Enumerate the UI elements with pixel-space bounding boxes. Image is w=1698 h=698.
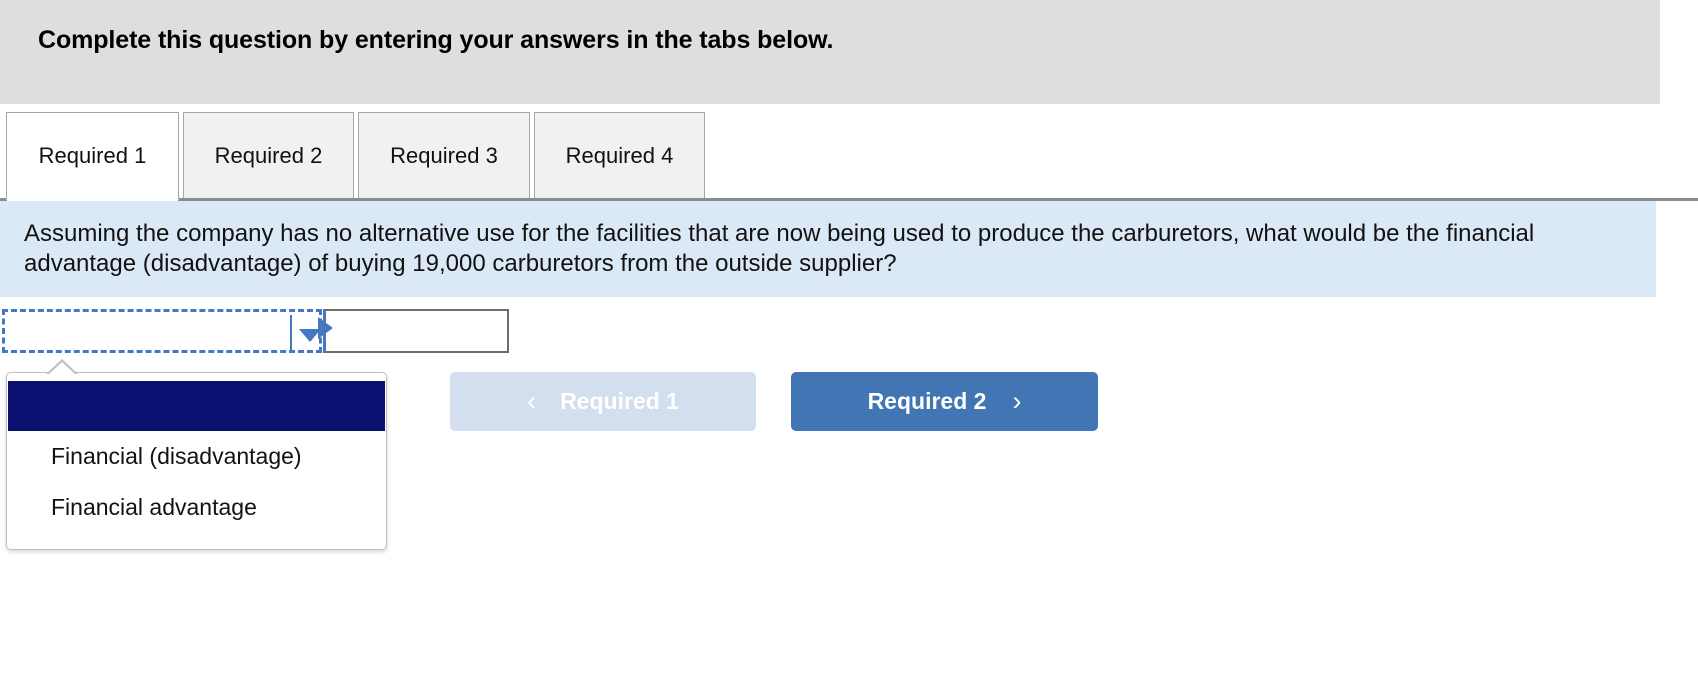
tab-label: Required 1 — [38, 143, 147, 168]
next-required-2-button[interactable]: Required 2 › — [791, 372, 1098, 431]
select-options-popup: Financial (disadvantage) Financial advan… — [6, 359, 387, 550]
tab-label: Required 2 — [214, 143, 323, 168]
prev-required-1-button[interactable]: ‹ Required 1 — [450, 372, 756, 431]
pointer-arrow-icon — [318, 317, 333, 339]
tab-bar-divider — [0, 198, 1698, 201]
financial-effect-select[interactable] — [2, 309, 322, 353]
answer-row — [0, 309, 520, 357]
chevron-right-icon: › — [1012, 386, 1022, 416]
amount-input[interactable] — [323, 309, 509, 353]
tab-required-3[interactable]: Required 3 — [358, 112, 530, 200]
question-text: Assuming the company has no alternative … — [24, 220, 1535, 277]
option-label: Financial advantage — [51, 494, 257, 520]
next-button-label: Required 2 — [867, 388, 987, 414]
tab-required-2[interactable]: Required 2 — [183, 112, 354, 200]
popup-tail — [48, 362, 76, 375]
page-title: Complete this question by entering your … — [38, 26, 834, 54]
select-divider — [290, 315, 292, 353]
option-financial-disadvantage[interactable]: Financial (disadvantage) — [7, 431, 386, 482]
question-panel: Assuming the company has no alternative … — [0, 201, 1656, 297]
active-tab-joint — [7, 197, 178, 201]
tab-bar: Required 1 Required 2 Required 3 Require… — [0, 112, 1698, 200]
option-blank[interactable] — [8, 381, 385, 431]
option-label: Financial (disadvantage) — [51, 443, 302, 469]
option-financial-advantage[interactable]: Financial advantage — [7, 482, 386, 533]
instruction-banner: Complete this question by entering your … — [0, 0, 1660, 104]
prev-button-label: Required 1 — [560, 388, 679, 414]
tab-label: Required 3 — [390, 143, 498, 168]
chevron-left-icon: ‹ — [527, 386, 537, 416]
tab-required-4[interactable]: Required 4 — [534, 112, 705, 200]
tab-required-1[interactable]: Required 1 — [6, 112, 179, 200]
tab-label: Required 4 — [565, 143, 674, 168]
